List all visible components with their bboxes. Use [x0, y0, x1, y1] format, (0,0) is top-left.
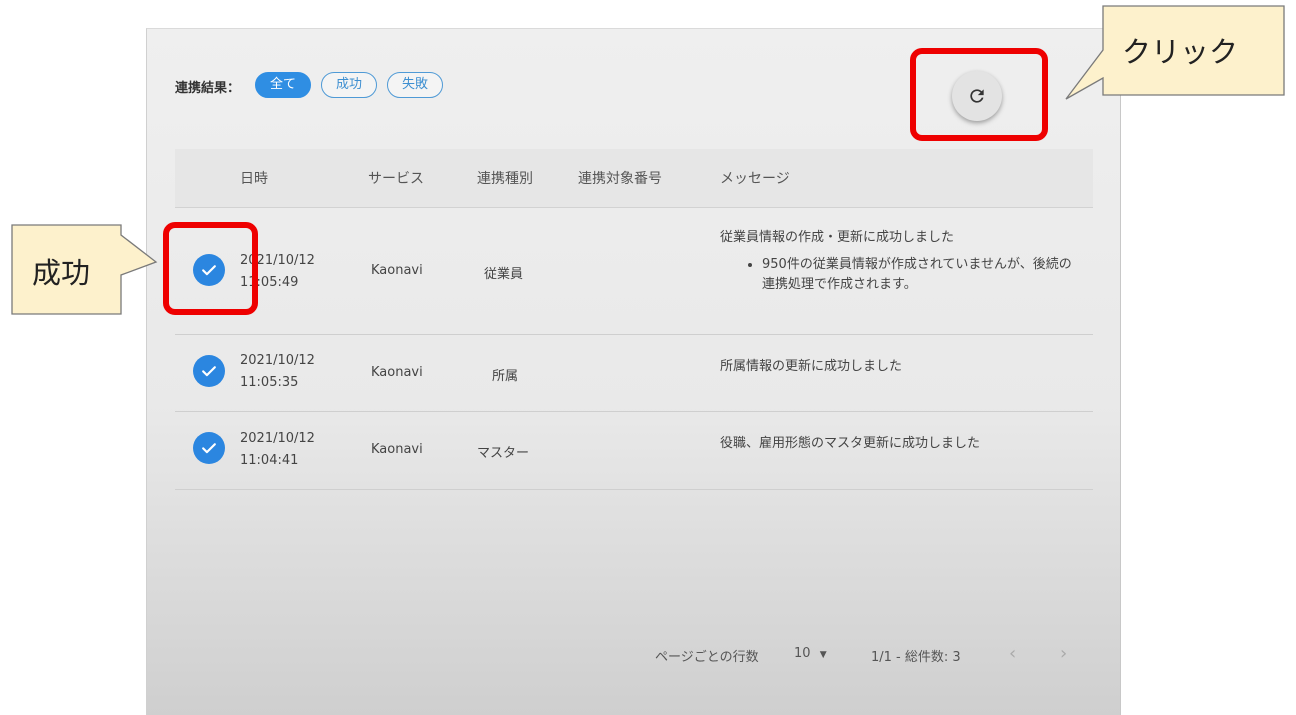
prev-page-icon[interactable]: ‹: [1009, 643, 1016, 664]
success-highlight-box: [163, 222, 258, 315]
results-table: 日時 サービス 連携種別 連携対象番号 メッセージ 2021/10/12 11:…: [175, 149, 1093, 490]
success-callout-text: 成功: [32, 256, 91, 290]
header-sync-type: 連携種別: [477, 171, 533, 187]
header-target-number: 連携対象番号: [578, 171, 662, 187]
next-page-icon[interactable]: ›: [1060, 643, 1067, 664]
row-sync-type: 従業員: [484, 267, 524, 282]
row-message-details: 950件の従業員情報が作成されていませんが、後続の連携処理で作成されます。: [720, 255, 1082, 295]
success-check-icon: [193, 355, 225, 387]
row-service: Kaonavi: [371, 263, 423, 278]
table-row[interactable]: 2021/10/12 11:05:49 Kaonavi 従業員 従業員情報の作成…: [175, 208, 1093, 335]
row-sync-type: 所属: [492, 369, 519, 384]
row-message-text: 従業員情報の作成・更新に成功しました: [720, 230, 955, 245]
header-datetime: 日時: [240, 171, 268, 187]
filter-chip-failure[interactable]: 失敗: [387, 72, 443, 98]
row-service: Kaonavi: [371, 365, 423, 380]
table-row[interactable]: 2021/10/12 11:05:35 Kaonavi 所属 所属情報の更新に成…: [175, 335, 1093, 412]
filter-label: 連携結果：: [175, 81, 241, 96]
row-datetime: 2021/10/12 11:05:35: [240, 350, 315, 394]
row-time: 11:04:41: [240, 453, 299, 468]
row-message: 従業員情報の作成・更新に成功しました 950件の従業員情報が作成されていませんが…: [720, 226, 1082, 295]
click-callout-text: クリック: [1122, 35, 1239, 69]
row-date: 2021/10/12: [240, 353, 315, 368]
row-message-text: 役職、雇用形態のマスタ更新に成功しました: [720, 436, 981, 451]
filter-chip-success[interactable]: 成功: [321, 72, 377, 98]
row-message-text: 所属情報の更新に成功しました: [720, 359, 903, 374]
row-message-detail-item: 950件の従業員情報が作成されていませんが、後続の連携処理で作成されます。: [762, 255, 1082, 295]
row-datetime: 2021/10/12 11:04:41: [240, 428, 315, 472]
table-row[interactable]: 2021/10/12 11:04:41 Kaonavi マスター 役職、雇用形態…: [175, 412, 1093, 490]
pagination-range: 1/1 - 総件数: 3: [871, 650, 961, 665]
table-header: 日時 サービス 連携種別 連携対象番号 メッセージ: [175, 149, 1093, 208]
header-service: サービス: [368, 171, 424, 187]
rows-per-page-select[interactable]: 10 ▼: [794, 646, 827, 661]
caret-down-icon: ▼: [819, 650, 827, 660]
row-sync-type: マスター: [477, 446, 530, 461]
screenshot-stage: 連携結果： 全て 成功 失敗 日時 サービス 連携種別 連携対象番号 メッセージ: [0, 0, 1296, 715]
row-date: 2021/10/12: [240, 431, 315, 446]
rows-per-page-label: ページごとの行数: [655, 650, 759, 665]
row-time: 11:05:35: [240, 375, 299, 390]
row-service: Kaonavi: [371, 442, 423, 457]
rows-per-page-value: 10: [794, 646, 811, 661]
success-check-icon: [193, 432, 225, 464]
refresh-highlight-box: [910, 48, 1048, 141]
filter-chip-all[interactable]: 全て: [255, 72, 311, 98]
header-message: メッセージ: [720, 171, 790, 187]
